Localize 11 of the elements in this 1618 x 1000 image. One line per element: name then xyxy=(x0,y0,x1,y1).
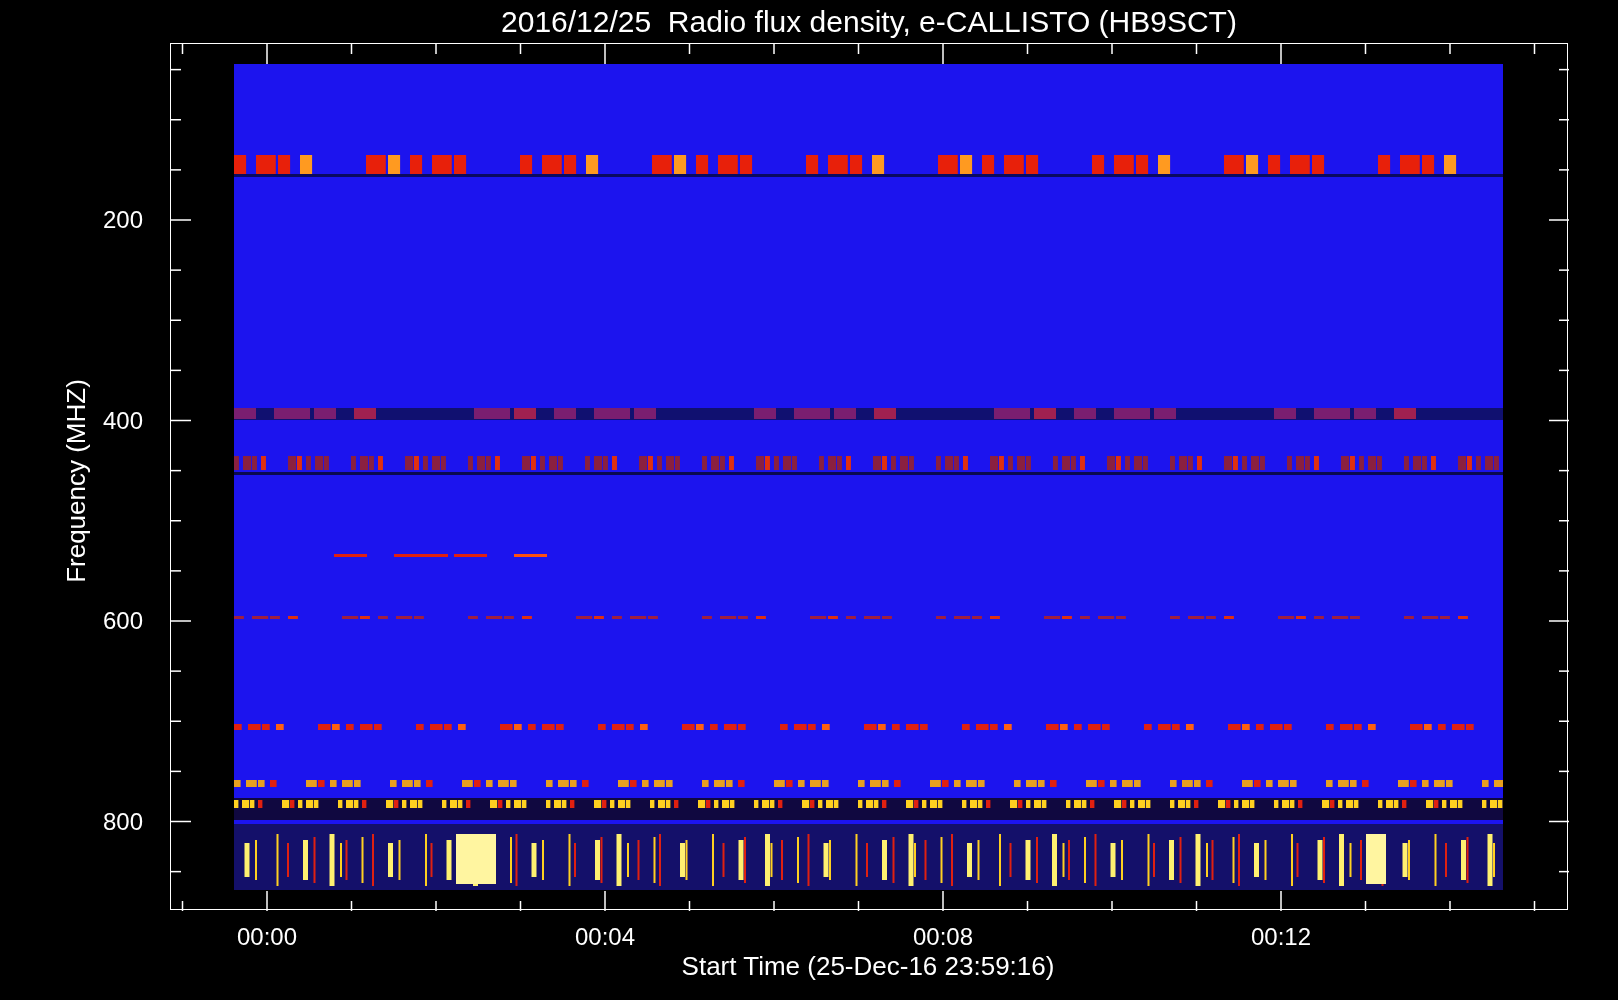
x-tick-label: 00:12 xyxy=(1249,925,1313,949)
x-tick-label: 00:04 xyxy=(573,925,637,949)
x-axis-label: Start Time (25-Dec-16 23:59:16) xyxy=(681,953,1055,979)
x-tick-label: 00:00 xyxy=(235,925,299,949)
y-tick-label: 800 xyxy=(101,809,143,834)
y-axis-label: Frequency (MHZ) xyxy=(63,379,89,583)
y-tick-label: 600 xyxy=(101,609,143,633)
x-tick-label: 00:08 xyxy=(911,925,975,949)
y-tick-label: 400 xyxy=(101,408,143,433)
y-tick-label: 200 xyxy=(101,208,143,232)
chart-title: 2016/12/25 Radio flux density, e-CALLISTO (HB9SCT) xyxy=(501,6,1237,37)
